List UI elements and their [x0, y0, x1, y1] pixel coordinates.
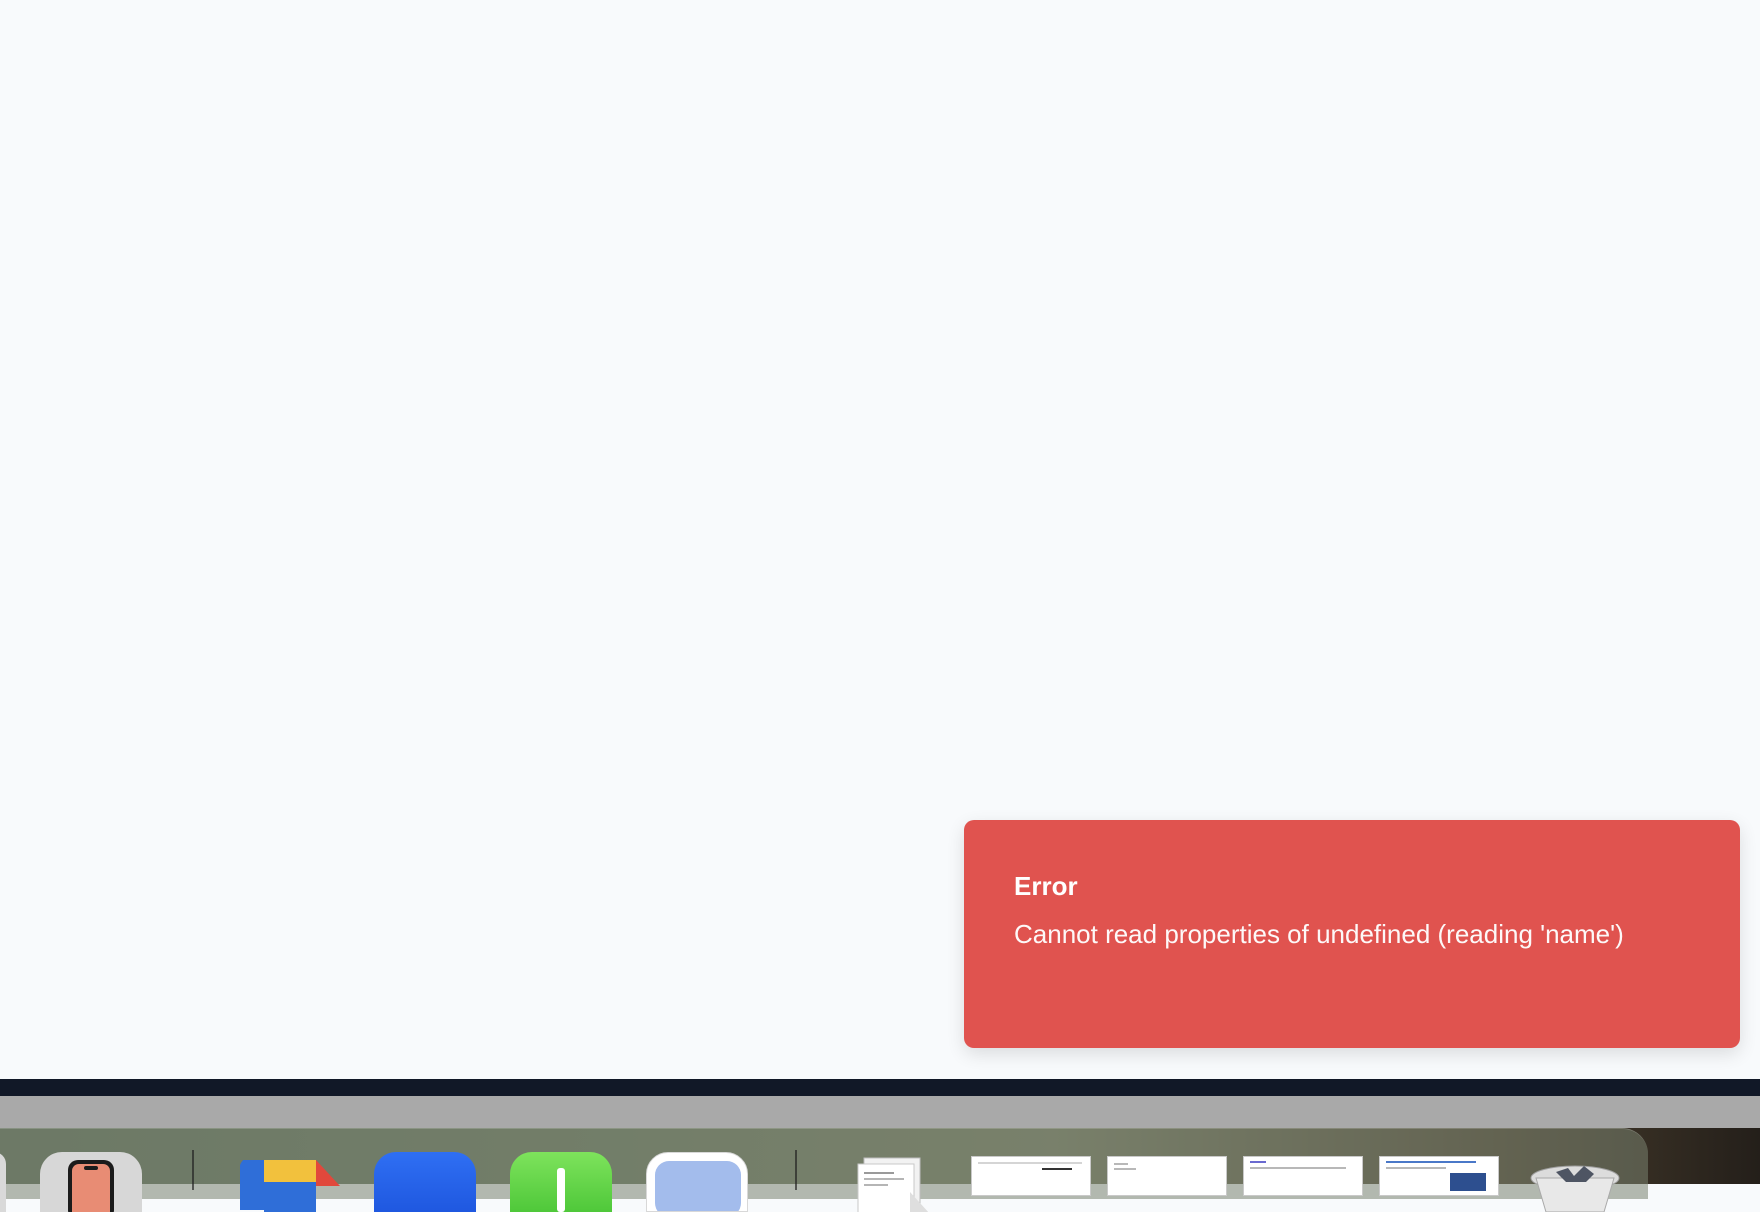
blue-app-icon[interactable]: [374, 1152, 476, 1212]
toast-message: Cannot read properties of undefined (rea…: [1014, 919, 1624, 949]
document-stack-icon[interactable]: [850, 1152, 940, 1212]
window-thumbnail-icon[interactable]: [1243, 1156, 1363, 1196]
error-toast[interactable]: Error Cannot read properties of undefine…: [964, 820, 1740, 1048]
toast-title: Error: [1014, 871, 1078, 901]
iphone-mirroring-icon[interactable]: [40, 1152, 142, 1212]
trash-icon[interactable]: [1526, 1152, 1624, 1212]
window-thumbnail-icon[interactable]: [971, 1156, 1091, 1196]
window-thumbnail-icon[interactable]: [1107, 1156, 1227, 1196]
dock-separator: [795, 1150, 797, 1190]
google-drive-icon[interactable]: [238, 1152, 340, 1212]
window-thumbnail-icon[interactable]: [1379, 1156, 1499, 1196]
partial-app-icon[interactable]: [0, 1152, 6, 1212]
numbers-app-icon[interactable]: [510, 1152, 612, 1212]
dock-separator: [192, 1150, 194, 1190]
window-bottom-edge: [0, 1096, 1760, 1129]
app-bottom-bar: [0, 1079, 1760, 1096]
preview-app-icon[interactable]: [646, 1152, 748, 1212]
